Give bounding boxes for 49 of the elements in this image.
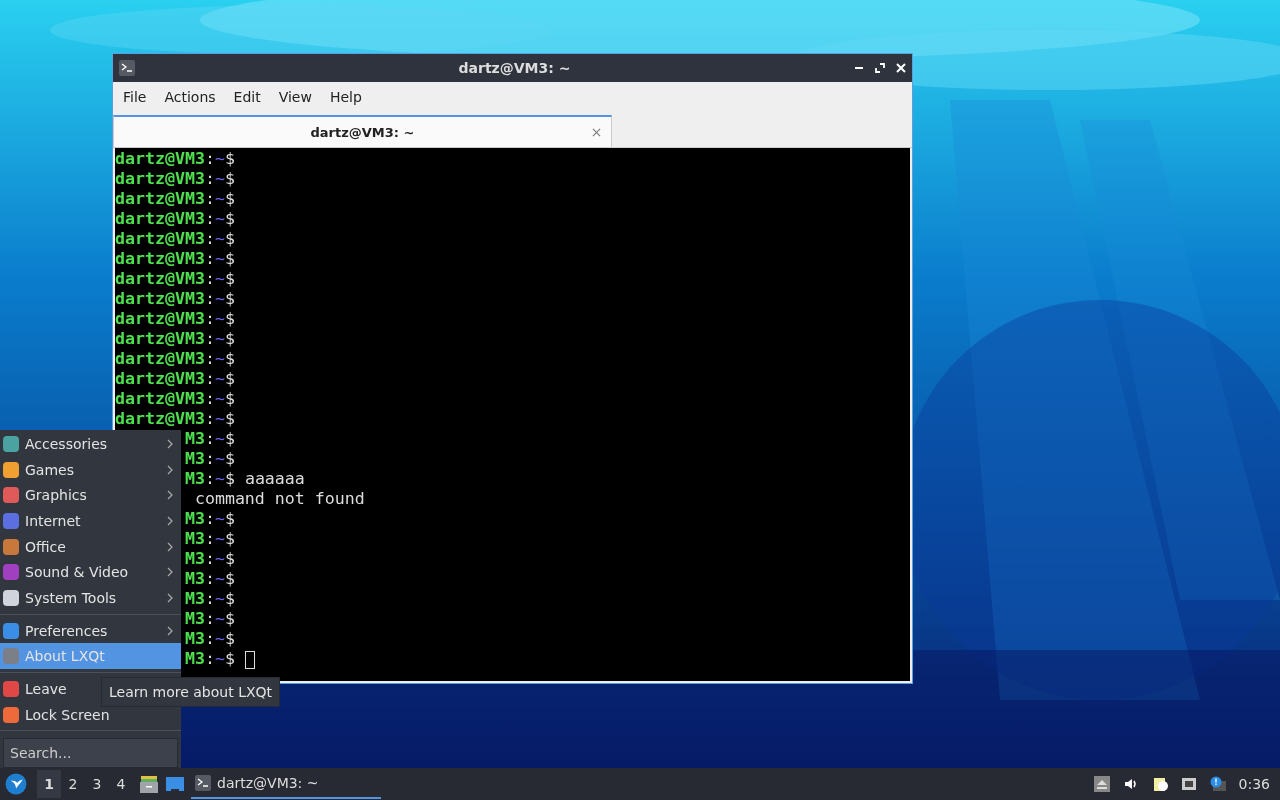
terminal-line: dartz@VM3:~$ [115,349,235,369]
terminal-line: M3:~$ [184,609,235,629]
terminal-line: dartz@VM3:~$ [115,269,235,289]
window-title: dartz@VM3: ~ [457,60,572,76]
terminal-line: M3:~$ [184,509,235,529]
menu-item[interactable]: Actions [158,89,224,105]
menu-item[interactable]: Sound & Video [0,559,181,586]
terminal-line: M3:~$ [184,549,235,569]
menu-item[interactable]: File [117,89,155,105]
terminal-line: M3:~$ [184,529,235,549]
terminal-line: dartz@VM3:~$ [115,229,235,249]
terminal-line: dartz@VM3:~$ [115,369,235,389]
desktop-button[interactable]: 1 [37,770,61,798]
menu-item[interactable]: Graphics [0,482,181,508]
desktop-button[interactable]: 2 [61,770,85,798]
terminal-line: M3:~$ [184,589,235,609]
menu-item[interactable]: Office [0,533,181,560]
menu-item[interactable]: Edit [227,89,269,105]
terminal-line: dartz@VM3:~$ [115,309,235,329]
terminal-line: dartz@VM3:~$ [115,149,235,169]
menu-item[interactable]: Games [0,456,181,483]
menu-item[interactable]: Internet [0,508,181,534]
menu-item[interactable]: View [272,89,320,105]
clock[interactable]: 0:36 [1238,776,1270,792]
terminal-line: dartz@VM3:~$ [115,189,235,209]
menu-item[interactable]: Accessories [0,431,181,457]
desktop-button[interactable]: 4 [109,770,133,798]
terminal-line: M3:~$ aaaaaa [184,469,305,489]
terminal-line: dartz@VM3:~$ [115,389,235,409]
search-field[interactable]: Search... [3,738,178,768]
terminal-line: dartz@VM3:~$ [115,329,235,349]
terminal-line: command not found [194,489,365,509]
task-button[interactable]: dartz@VM3: ~ [191,769,381,799]
menu-item[interactable]: System Tools [0,585,181,611]
terminal-line: dartz@VM3:~$ [115,289,235,309]
desktop-button[interactable]: 3 [85,770,109,798]
terminal-line: M3:~$ [184,569,235,589]
terminal-line: M3:~$ [184,429,235,449]
terminal-line: M3:~$ [184,449,235,469]
terminal-line: dartz@VM3:~$ [115,209,235,229]
terminal-line: dartz@VM3:~$ [115,409,235,429]
menu-item[interactable]: Help [323,89,370,105]
terminal-line: dartz@VM3:~$ [115,249,235,269]
menu-item[interactable]: Preferences [0,617,181,644]
terminal-line: M3:~$ [184,629,235,649]
tooltip: Learn more about LXQt [101,677,281,707]
tab[interactable]: dartz@VM3: ~ [113,115,612,147]
terminal-line: dartz@VM3:~$ [115,169,235,189]
terminal-line: M3:~$ [184,649,255,669]
